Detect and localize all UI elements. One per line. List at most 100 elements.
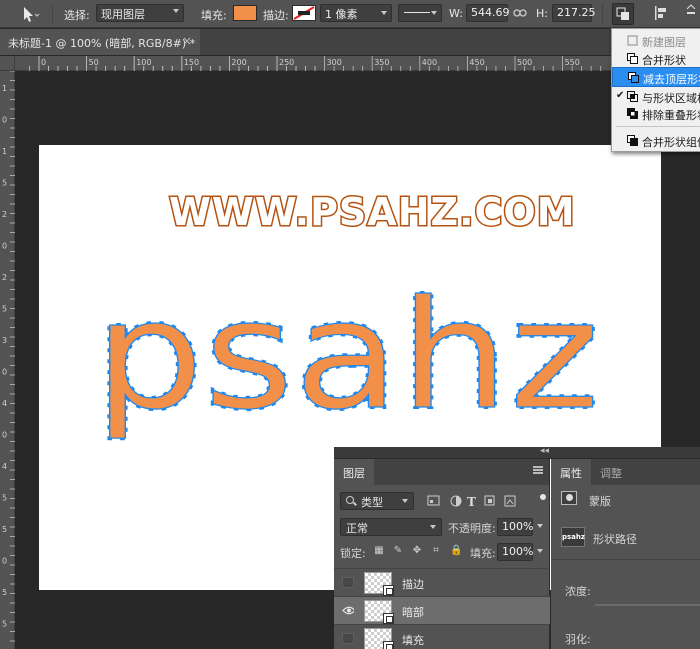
tab-adjustments[interactable]: 调整 [591, 459, 631, 485]
ruler-label: 0 [2, 431, 7, 440]
document-tab[interactable]: 未标题-1 @ 100% (暗部, RGB/8#) * × [0, 29, 200, 55]
stroke-type-dropdown[interactable] [398, 4, 442, 22]
density-slider[interactable] [595, 604, 700, 606]
ruler-label: 2 [2, 273, 7, 282]
shape-layer-badge-icon [383, 613, 394, 624]
blend-mode-dropdown[interactable]: 正常 [340, 518, 442, 536]
menu-item-combine-shapes[interactable]: 合并形状 [612, 49, 700, 69]
visibility-toggle[interactable] [342, 633, 354, 644]
close-icon[interactable]: × [182, 34, 192, 48]
subtract-front-shape-icon [628, 72, 639, 83]
type-filter-icon: T [467, 495, 476, 508]
lock-label: 锁定: [340, 547, 366, 560]
menu-item-merge-shape-components[interactable]: 合并形状组件 [612, 131, 700, 151]
document-tab-bar: 未标题-1 @ 100% (暗部, RGB/8#) * × [0, 29, 700, 55]
layer-row-stroke[interactable]: 描边 [334, 568, 550, 596]
mask-label: 蒙版 [589, 495, 611, 508]
ruler-label: 50 [89, 58, 99, 67]
layer-kind-filter[interactable]: 类型 [340, 492, 414, 510]
fill-opacity-input[interactable]: 100% [497, 543, 533, 561]
psahz-path-outline: psahz [94, 269, 600, 443]
collapse-panels-icon[interactable]: ◂◂ [540, 446, 549, 456]
layer-name[interactable]: 填充 [402, 632, 424, 648]
document-title: 未标题-1 @ 100% (暗部, RGB/8#) * [8, 37, 196, 50]
layer-row-shadow[interactable]: 暗部 [334, 596, 550, 624]
ruler-label: 5 [2, 525, 7, 534]
vertical-ruler-ticks: 1 0 1 5 2 0 2 5 3 0 4 0 4 5 5 0 5 5 [2, 71, 15, 642]
shape-layer-badge-icon [383, 585, 394, 596]
layer-thumbnail [364, 628, 394, 649]
lock-artboard-icon[interactable]: ⌗ [430, 545, 442, 557]
horizontal-ruler-ticks: 0 50 100 150 200 250 300 350 400 450 500 550 [29, 56, 697, 71]
menu-item-label: 合并形状 [642, 54, 686, 67]
menu-item-exclude-overlap[interactable]: 排除重叠形状 [612, 104, 700, 124]
menu-item-new-layer[interactable]: 新建图层 [612, 31, 700, 51]
tab-properties[interactable]: 属性 [551, 459, 591, 485]
path-arrangement-icon [686, 4, 696, 14]
lock-paint-brush-icon[interactable]: ✎ [392, 545, 404, 557]
ruler-label: 0 [2, 116, 7, 125]
pixel-filter-icon [427, 495, 440, 506]
path-operations-menu: 新建图层 合并形状 减去顶层形状 ✔ 与形状区域相交 排除重叠形状 合并形状组件 [611, 28, 700, 152]
vertical-ruler[interactable]: 1 0 1 5 2 0 2 5 3 0 4 0 4 5 5 0 5 5 [0, 71, 15, 649]
divider [551, 559, 700, 560]
shape-path-thumbnail: psahz [561, 527, 585, 547]
layer-name[interactable]: 描边 [402, 576, 424, 592]
shape-filter-icon [484, 495, 495, 506]
layers-panel-tabs: 图层 [334, 459, 549, 485]
search-icon [346, 496, 354, 504]
path-operations-button[interactable] [612, 3, 634, 25]
shape-path-label: 形状路径 [593, 533, 637, 546]
layer-filter-icons: T [427, 495, 516, 508]
fill-slider-arrow[interactable] [537, 549, 543, 553]
separator [602, 4, 603, 24]
select-mode-dropdown[interactable]: 现用图层 [96, 4, 184, 22]
new-layer-icon [627, 35, 638, 46]
visibility-toggle[interactable] [342, 577, 354, 588]
shape-layer-badge-icon [383, 641, 394, 649]
lock-transparency-icon[interactable]: ▦ [373, 545, 385, 557]
panel-menu-icon[interactable] [533, 466, 543, 474]
ruler-label: 0 [2, 242, 7, 251]
layer-name[interactable]: 暗部 [402, 604, 424, 620]
chevron-down-icon [431, 11, 437, 15]
width-input[interactable]: 544.69 [466, 4, 510, 22]
opacity-slider-arrow[interactable] [537, 524, 543, 528]
panel-dock-header[interactable]: ◂◂ [334, 446, 700, 459]
stroke-width-value: 1 像素 [325, 8, 358, 21]
filter-toggle-switch[interactable] [540, 494, 546, 500]
stroke-width-dropdown[interactable]: 1 像素 [320, 4, 392, 22]
stroke-color-swatch[interactable] [292, 5, 316, 21]
chevron-down-icon [173, 9, 179, 13]
fill-color-swatch[interactable] [233, 5, 257, 21]
stroke-line-icon [404, 12, 430, 13]
link-icon[interactable] [513, 8, 527, 18]
tab-layers[interactable]: 图层 [334, 459, 374, 485]
horizontal-ruler[interactable]: 0 50 100 150 200 250 300 350 400 450 500 550 [15, 56, 700, 71]
opacity-input[interactable]: 100% [497, 518, 533, 536]
svg-text:T: T [467, 495, 476, 508]
ruler-label: 5 [2, 179, 7, 188]
ruler-label: 250 [279, 58, 294, 67]
ruler-label: 0 [2, 368, 7, 377]
ruler-label: 550 [565, 58, 580, 67]
menu-item-subtract-front-shape[interactable]: 减去顶层形状 [612, 67, 700, 87]
width-label: W: [449, 7, 463, 20]
ruler-label: 0 [41, 58, 46, 67]
path-alignment-button[interactable] [650, 3, 672, 25]
lock-position-move-icon[interactable]: ✥ [411, 545, 423, 557]
path-arrangement-button[interactable] [684, 3, 700, 25]
path-select-tool-icon[interactable] [18, 4, 40, 26]
adjustment-filter-icon [450, 495, 462, 507]
layer-row-fill[interactable]: 填充 [334, 624, 550, 649]
height-input[interactable]: 217.25 [552, 4, 596, 22]
eye-icon[interactable] [342, 605, 354, 616]
opacity-label: 不透明度: [448, 522, 496, 535]
ruler-label: 400 [422, 58, 437, 67]
ruler-origin[interactable] [0, 56, 15, 71]
menu-item-label: 新建图层 [642, 36, 686, 49]
lock-all-icon[interactable]: 🔒 [450, 545, 462, 557]
path-alignment-icon [655, 6, 666, 20]
select-mode-value: 现用图层 [101, 8, 145, 21]
ruler-label: 3 [2, 336, 7, 345]
